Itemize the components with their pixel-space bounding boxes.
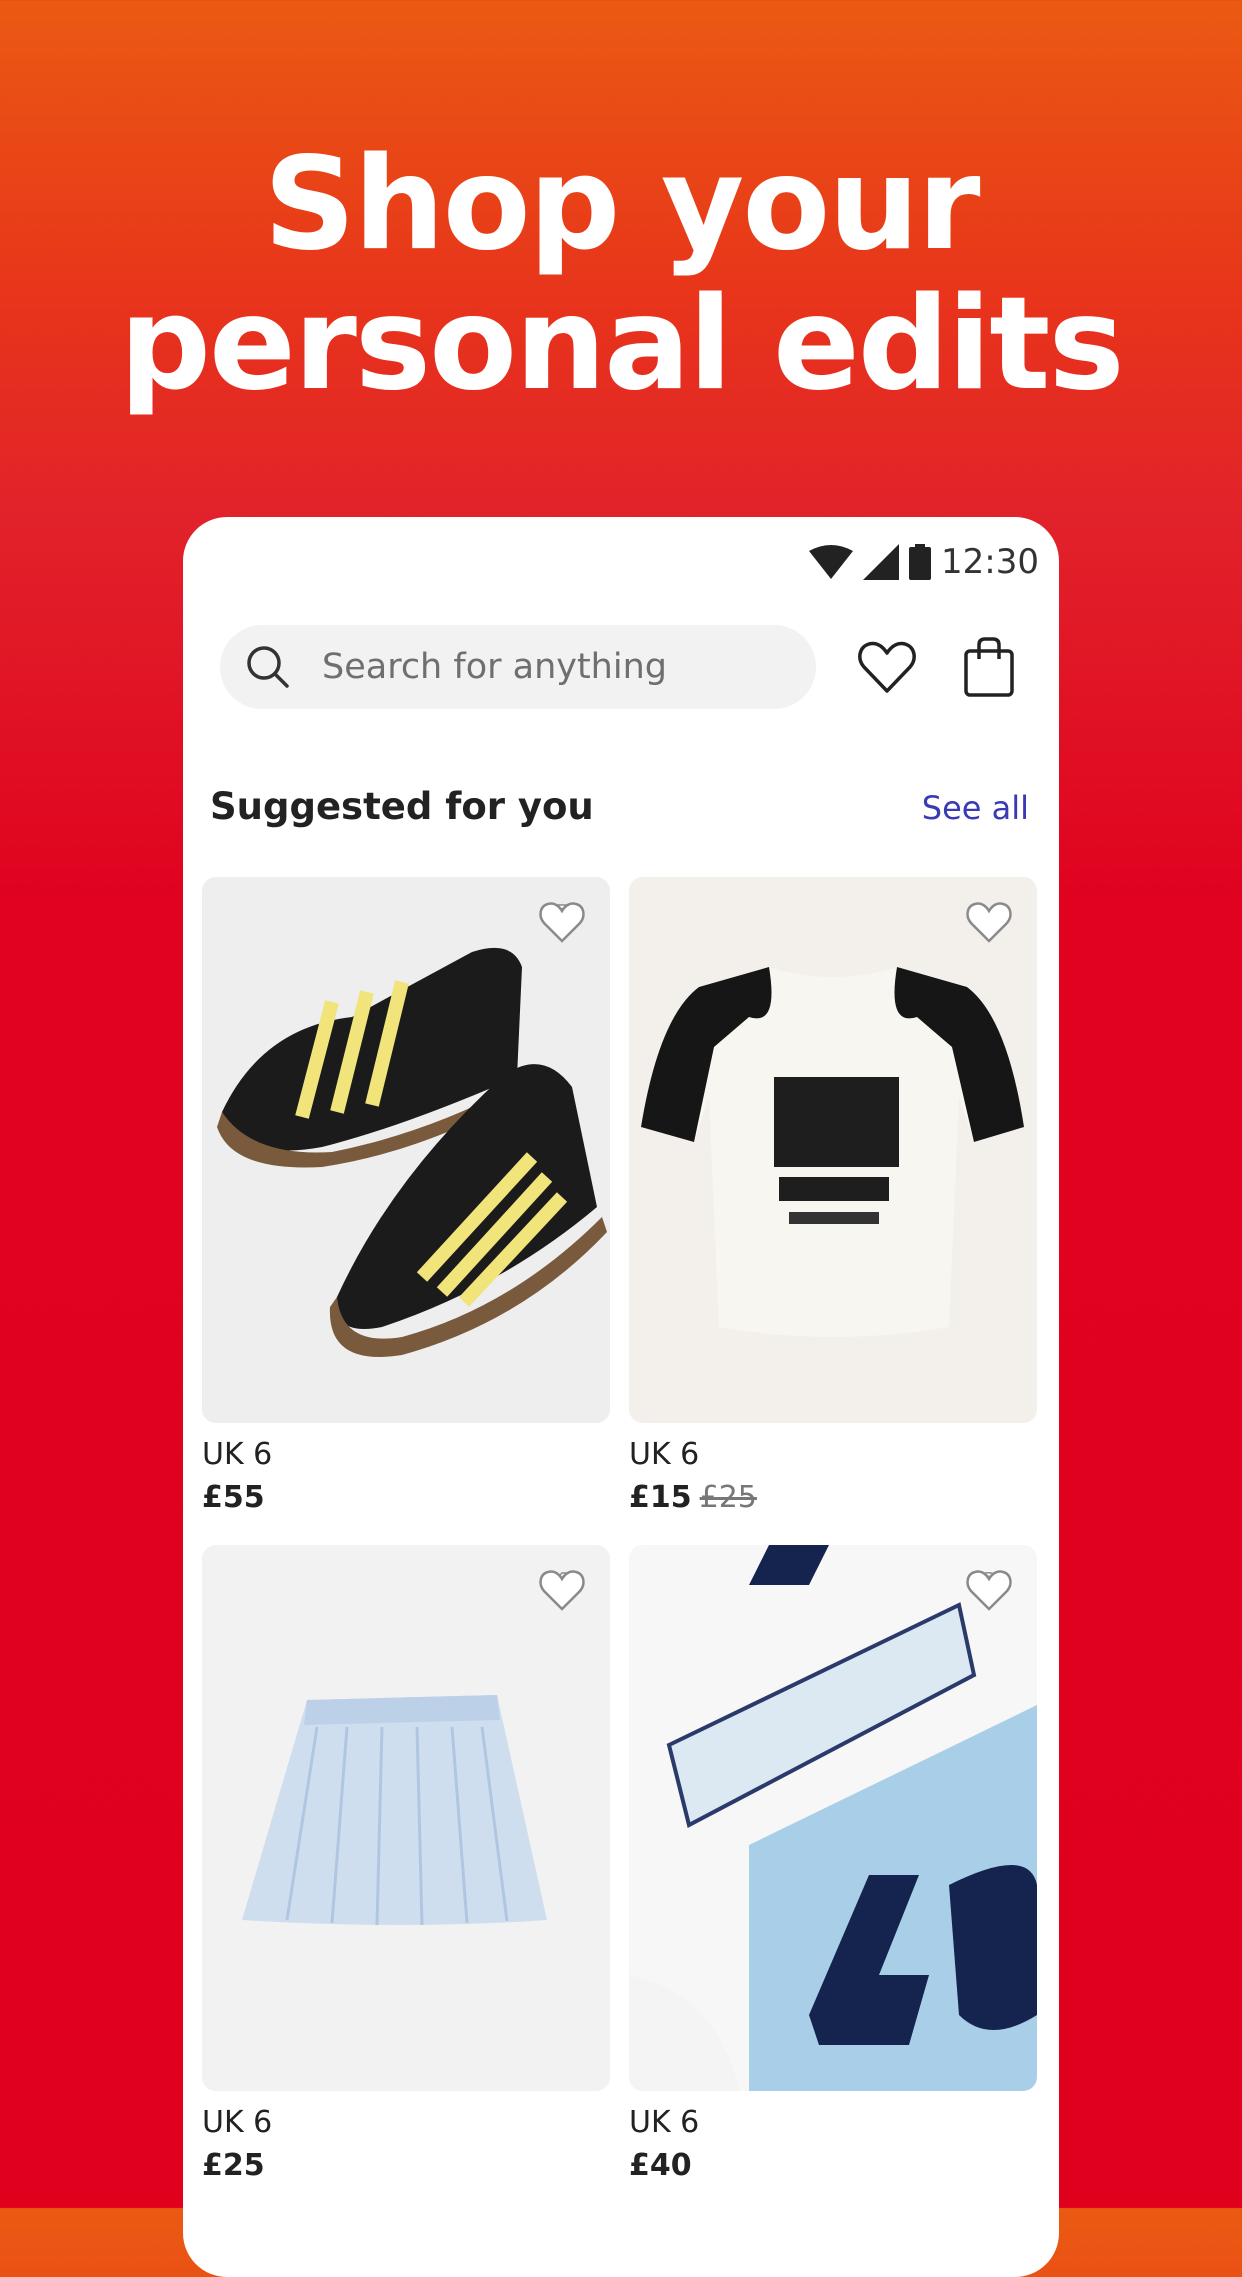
light-blue-pleated-skirt-image	[202, 1545, 610, 2091]
product-size: UK 6	[202, 1437, 273, 1472]
bag-icon[interactable]	[957, 635, 1021, 699]
headline-line-2: personal edits	[119, 270, 1124, 419]
product-size: UK 6	[202, 2105, 273, 2140]
product-card[interactable]: 3 UK 6 £40	[629, 1545, 1037, 2183]
like-button[interactable]: 3	[965, 1567, 1013, 1611]
price-current: £25	[202, 2148, 265, 2183]
product-size: UK 6	[629, 2105, 700, 2140]
price-current: £15	[629, 1480, 692, 1515]
like-button[interactable]: 7	[538, 899, 586, 943]
product-image: 4	[202, 1545, 610, 2091]
signal-icon	[863, 544, 900, 580]
search-icon	[247, 646, 289, 688]
electric-circus-tshirt-image	[629, 877, 1037, 1423]
black-sneakers-image	[202, 877, 610, 1423]
product-card[interactable]: 7 UK 6 £55	[202, 877, 610, 1515]
heart-icon	[539, 902, 585, 943]
price-current: £55	[202, 1480, 265, 1515]
like-button[interactable]: 4	[538, 1567, 586, 1611]
phone-screen: 12:30 Search for anything Suggested for …	[183, 517, 1059, 2277]
see-all-link[interactable]: See all	[922, 789, 1029, 827]
superstar-jersey-image	[629, 1545, 1037, 2091]
product-price: £55	[202, 1480, 610, 1515]
product-card[interactable]: 16 UK 6 £15£25	[629, 877, 1037, 1515]
product-price: £25	[202, 2148, 610, 2183]
heart-icon	[966, 1570, 1012, 1611]
battery-icon	[909, 544, 932, 580]
heart-icon	[966, 902, 1012, 943]
like-button[interactable]: 16	[965, 899, 1013, 943]
product-image: 7	[202, 877, 610, 1423]
heart-icon[interactable]	[855, 635, 919, 699]
headline-line-1: Shop your	[263, 130, 980, 279]
headline: Shop your personal edits	[0, 135, 1242, 415]
wifi-icon	[809, 545, 854, 579]
product-card[interactable]: 4 UK 6 £25	[202, 1545, 610, 2183]
product-price: £15 £25	[629, 1480, 1037, 1515]
product-image: 16	[629, 877, 1037, 1423]
search-bar[interactable]: Search for anything	[220, 625, 816, 709]
search-placeholder: Search for anything	[322, 647, 667, 687]
section-title: Suggested for you	[210, 785, 594, 828]
product-price: £40	[629, 2148, 1037, 2183]
status-time: 12:30	[941, 542, 1039, 582]
product-image: 3	[629, 1545, 1037, 2091]
price-original: £25	[699, 1480, 757, 1515]
heart-icon	[539, 1570, 585, 1611]
price-current: £40	[629, 2148, 692, 2183]
product-size: UK 6	[629, 1437, 700, 1472]
status-bar: 12:30	[809, 527, 1039, 597]
